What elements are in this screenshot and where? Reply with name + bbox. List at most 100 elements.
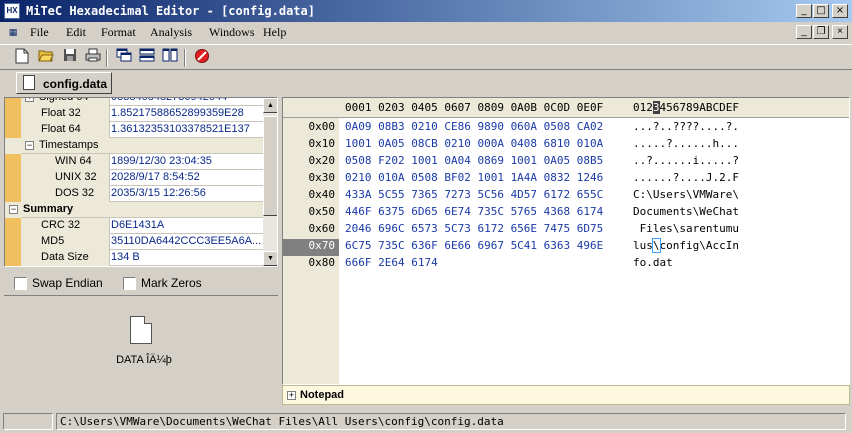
property-name: Summary — [23, 203, 74, 215]
mark-zeros-checkbox[interactable] — [123, 277, 136, 290]
new-icon[interactable] — [12, 48, 32, 68]
hex-bytes-row[interactable]: 0A09 08B3 0210 CE86 9890 060A 0508 CA02 — [345, 120, 603, 133]
menu-bar: ▦ File Edit Format Analysis Windows Help… — [0, 22, 852, 42]
collapse-icon[interactable]: − — [9, 205, 18, 214]
hex-column-labels: 0001 0203 0405 0607 0809 0A0B 0C0D 0E0F — [345, 101, 604, 114]
property-grid-scrollbar[interactable]: ▲ ▼ — [263, 98, 277, 266]
property-row[interactable]: Data Size 134 B — [5, 250, 263, 266]
hex-bytes-row[interactable]: 1001 0A05 08CB 0210 000A 0408 6810 010A — [345, 137, 603, 150]
menu-edit[interactable]: Edit — [66, 25, 86, 40]
hex-bytes-row[interactable]: 6C75 735C 636F 6E66 6967 5C41 6363 496E — [345, 239, 603, 252]
property-row[interactable]: WIN 64 1899/12/30 23:04:35 — [5, 154, 263, 170]
property-row[interactable]: DOS 32 2035/3/15 12:26:56 — [5, 186, 263, 202]
open-icon[interactable] — [36, 48, 56, 68]
hex-body[interactable]: 0A09 08B3 0210 CE86 9890 060A 0508 CA02.… — [283, 118, 849, 384]
property-gutter — [5, 154, 21, 170]
status-bar: C:\Users\VMWare\Documents\WeChat Files\A… — [0, 410, 852, 433]
menu-analysis[interactable]: Analysis — [150, 25, 192, 40]
maximize-button[interactable]: □ — [813, 4, 829, 18]
property-value: D6E1431A — [111, 219, 165, 231]
tile-horizontal-icon[interactable] — [137, 48, 157, 68]
notepad-bar[interactable]: + Notepad — [282, 385, 850, 405]
hex-bytes-row[interactable]: 433A 5C55 7365 7273 5C56 4D57 6172 655C — [345, 188, 603, 201]
hex-column-header: 0001 0203 0405 0607 0809 0A0B 0C0D 0E0F … — [283, 98, 849, 118]
document-tab[interactable]: config.data — [16, 72, 112, 94]
ascii-row[interactable]: ...?..????....?. — [633, 120, 739, 133]
property-row[interactable]: UNIX 32 2028/9/17 8:54:52 — [5, 170, 263, 186]
cascade-icon[interactable] — [114, 48, 134, 68]
property-name: MD5 — [41, 235, 65, 247]
property-name: Timestamps — [39, 139, 99, 151]
document-icon — [23, 75, 35, 90]
property-row[interactable]: MD5 35110DA6442CCC3EE5A6A... — [5, 234, 263, 250]
document-tab-label: config.data — [43, 77, 108, 91]
property-row[interactable]: CRC 32 D6E1431A — [5, 218, 263, 234]
property-category[interactable]: − Timestamps — [5, 138, 263, 154]
print-icon[interactable] — [83, 48, 103, 68]
scroll-thumb[interactable] — [263, 116, 277, 216]
property-row[interactable]: Float 32 1.85217588652899359E28 — [5, 106, 263, 122]
hex-bytes-row[interactable]: 446F 6375 6D65 6E74 735C 5765 4368 6174 — [345, 205, 603, 218]
property-gutter — [5, 106, 21, 122]
child-restore-button[interactable]: ❐ — [813, 25, 829, 39]
swap-endian-checkbox[interactable] — [14, 277, 27, 290]
hex-bytes-row[interactable]: 0210 010A 0508 BF02 1001 1A4A 0832 1246 — [345, 171, 603, 184]
close-button[interactable]: × — [832, 4, 848, 18]
ascii-row[interactable]: fo.dat — [633, 256, 673, 269]
minimize-button[interactable]: _ — [796, 4, 812, 18]
ascii-row[interactable]: Files\sarentumu — [633, 222, 739, 235]
document-tab-bar: config.data — [0, 70, 852, 96]
ascii-row[interactable]: Documents\WeChat — [633, 205, 739, 218]
hex-bytes-row[interactable]: 2046 696C 6573 5C73 6172 656E 7475 6D75 — [345, 222, 603, 235]
ascii-header-selected: 3 — [652, 101, 660, 114]
caret-cell[interactable]: \ — [651, 238, 661, 253]
menu-help[interactable]: Help — [263, 25, 286, 40]
property-category[interactable]: − Summary — [5, 202, 263, 218]
property-value: 1.36132353103378521E137 — [111, 123, 250, 135]
collapse-icon[interactable]: − — [25, 141, 34, 150]
property-name: DOS 32 — [55, 187, 95, 199]
ascii-row[interactable]: lus\config\AccIn — [633, 238, 739, 253]
property-name: Float 32 — [41, 107, 81, 119]
hex-bytes-row[interactable]: 0508 F202 1001 0A04 0869 1001 0A05 08B5 — [345, 154, 603, 167]
ascii-row[interactable]: ......?....J.2.F — [633, 171, 739, 184]
child-close-button[interactable]: × — [832, 25, 848, 39]
toolbar-separator — [106, 49, 108, 67]
app-icon: HX — [4, 3, 20, 19]
property-name: Float 64 — [41, 123, 81, 135]
property-name: Signed 64 — [39, 97, 89, 103]
file-icon[interactable] — [130, 316, 152, 344]
property-value: 35110DA6442CCC3EE5A6A... — [111, 235, 261, 247]
swap-endian-label: Swap Endian — [32, 276, 103, 290]
property-gutter — [5, 186, 21, 202]
property-value: 1.85217588652899359E28 — [111, 107, 244, 119]
ascii-row[interactable]: .....?......h... — [633, 137, 739, 150]
tile-vertical-icon[interactable] — [160, 48, 180, 68]
menu-file[interactable]: File — [30, 25, 49, 40]
window-title: MiTeC Hexadecimal Editor - [config.data] — [26, 4, 315, 18]
expand-icon[interactable]: + — [287, 391, 296, 400]
menu-format[interactable]: Format — [101, 25, 136, 40]
menu-windows[interactable]: Windows — [209, 25, 255, 40]
left-panel: + Signed 64 0838408482736942044 Float 32 1.8… — [4, 97, 278, 406]
file-label: DATA ÎÄ¼þ — [116, 354, 172, 366]
property-value: 134 B — [111, 251, 140, 263]
child-minimize-button[interactable]: _ — [796, 25, 812, 39]
ascii-row[interactable]: ..?......i.....? — [633, 154, 739, 167]
document-system-icon[interactable]: ▦ — [6, 25, 20, 39]
hex-bytes-row[interactable]: 666F 2E64 6174 — [345, 256, 438, 269]
save-icon[interactable] — [60, 48, 80, 68]
property-value: 2035/3/15 12:26:56 — [111, 187, 206, 199]
ascii-text: lus — [633, 239, 653, 252]
property-row[interactable]: + Signed 64 0838408482736942044 — [5, 97, 263, 106]
scroll-up-button[interactable]: ▲ — [263, 98, 277, 113]
stop-icon[interactable] — [192, 48, 212, 68]
property-row[interactable]: Float 64 1.36132353103378521E137 — [5, 122, 263, 138]
scroll-down-button[interactable]: ▼ — [263, 251, 277, 266]
hex-view[interactable]: 0001 0203 0405 0607 0809 0A0B 0C0D 0E0F … — [282, 97, 850, 385]
toolbar-separator — [184, 49, 186, 67]
file-panel: DATA ÎÄ¼þ — [4, 295, 278, 405]
ascii-row[interactable]: C:\Users\VMWare\ — [633, 188, 739, 201]
property-value: 0838408482736942044 — [111, 97, 228, 103]
expand-icon[interactable]: + — [25, 98, 34, 102]
